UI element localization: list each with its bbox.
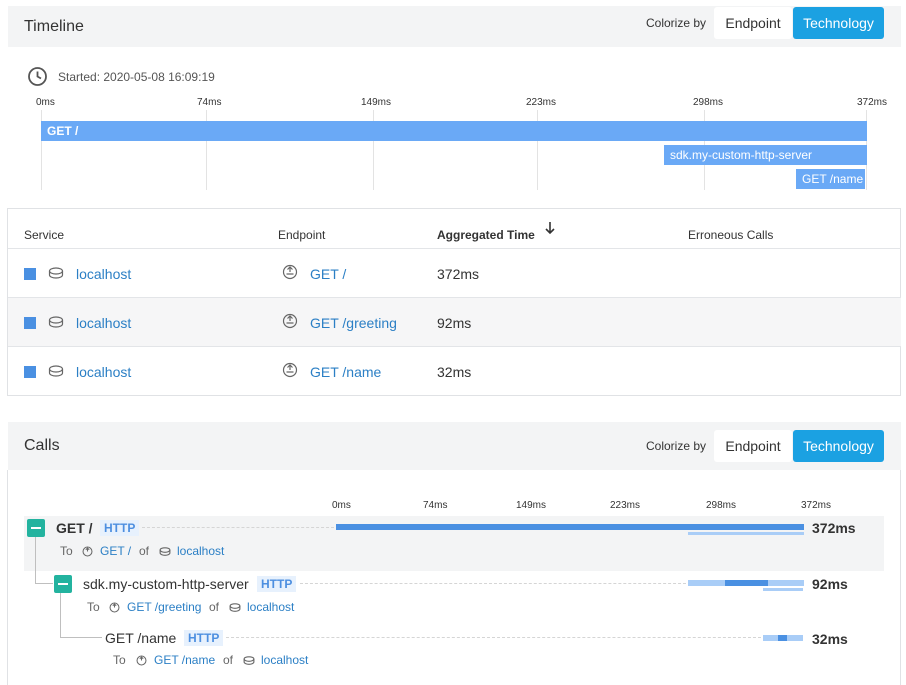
aggregated-time-value: 92ms [437,315,472,331]
call-duration: 372ms [812,520,856,536]
endpoint-icon [82,546,93,557]
call-name: sdk.my-custom-http-server [83,576,249,592]
timeline-tick-label: 223ms [526,97,557,108]
timeline-bar-get-name[interactable]: GET /name [796,169,865,189]
endpoint-link[interactable]: GET /name [310,364,381,380]
of-label: of [209,600,220,614]
timeline-tick-label: 0ms [36,97,55,108]
column-header-service[interactable]: Service [24,228,64,242]
service-link[interactable]: localhost [76,266,131,282]
timeline-colorize-endpoint-button[interactable]: Endpoint [714,7,792,39]
service-icon [48,266,64,280]
call-name: GET /name [105,630,177,646]
endpoint-icon [282,313,298,329]
call-leader-line [142,527,334,528]
timeline-tick-label: 149ms [361,97,392,108]
timeline-title: Timeline [24,18,84,35]
call-duration: 32ms [812,631,848,647]
aggregated-time-value: 372ms [437,266,480,282]
calls-tick-label: 298ms [706,500,737,511]
service-color-swatch [24,317,36,329]
calls-colorize-endpoint-button[interactable]: Endpoint [714,430,792,462]
timeline-header: Timeline Colorize by Endpoint Technology [8,6,901,47]
tree-connector [35,537,36,584]
calls-header: Calls Colorize by Endpoint Technology [8,422,901,470]
column-header-aggregated-time[interactable]: Aggregated Time [437,228,535,242]
timeline-tick-label: 298ms [693,97,724,108]
calls-title: Calls [24,437,60,454]
sort-descending-icon[interactable] [544,221,556,235]
call-leader-line [300,583,686,584]
call-bar[interactable] [336,524,804,530]
collapse-toggle[interactable] [54,575,72,593]
service-icon [48,364,64,378]
call-bar-child [763,588,803,591]
call-name: GET / [56,520,93,536]
call-endpoint-link[interactable]: GET /greeting [127,600,201,614]
calls-tick-label: 0ms [332,500,351,511]
of-label: of [139,544,150,558]
tree-connector [60,593,61,638]
service-icon [48,315,64,329]
calls-tick-label: 223ms [610,500,641,511]
service-link[interactable]: localhost [76,315,131,331]
service-color-swatch [24,268,36,280]
endpoint-link[interactable]: GET / [310,266,346,282]
endpoint-icon [109,602,120,613]
service-icon [229,602,241,613]
call-endpoint-link[interactable]: GET /name [154,653,215,667]
to-label: To [60,544,73,558]
calls-colorize-label: Colorize by [646,439,707,453]
timeline-tick-label: 372ms [857,97,888,108]
table-row[interactable]: localhost GET /greeting 92ms [8,297,901,346]
timeline-bar-sdk-server[interactable]: sdk.my-custom-http-server [664,145,867,165]
call-bar-self [778,635,787,641]
call-leader-line [226,637,761,638]
to-label: To [113,653,126,667]
collapse-toggle[interactable] [27,519,45,537]
to-label: To [87,600,100,614]
endpoint-icon [136,655,147,666]
call-service-link[interactable]: localhost [261,653,308,667]
tree-connector [60,637,102,638]
call-endpoint-link[interactable]: GET / [100,544,131,558]
service-color-swatch [24,366,36,378]
service-icon [159,546,171,557]
timeline-colorize-technology-button[interactable]: Technology [793,7,884,39]
service-link[interactable]: localhost [76,364,131,380]
calls-tick-label: 74ms [423,500,448,511]
clock-icon [27,66,48,87]
timeline-tick-label: 74ms [197,97,222,108]
endpoint-icon [282,362,298,378]
tech-badge: HTTP [257,576,297,592]
aggregated-time-value: 32ms [437,364,472,380]
column-header-erroneous-calls[interactable]: Erroneous Calls [688,228,773,242]
of-label: of [223,653,234,667]
endpoint-icon [282,264,298,280]
call-service-link[interactable]: localhost [177,544,224,558]
tree-connector [35,583,53,584]
timeline-colorize-label: Colorize by [646,16,707,30]
service-icon [243,655,255,666]
column-header-endpoint[interactable]: Endpoint [278,228,325,242]
started-timestamp: Started: 2020-05-08 16:09:19 [58,70,215,84]
call-bar-self [725,580,768,586]
endpoint-link[interactable]: GET /greeting [310,315,397,331]
call-bar-self [688,532,804,535]
table-row[interactable]: localhost GET / 372ms [8,248,901,297]
tech-badge: HTTP [184,630,224,646]
call-duration: 92ms [812,576,848,592]
calls-tick-label: 149ms [516,500,547,511]
timeline-bar-get-root[interactable]: GET / [41,121,867,141]
call-service-link[interactable]: localhost [247,600,294,614]
calls-colorize-technology-button[interactable]: Technology [793,430,884,462]
tech-badge: HTTP [100,520,140,536]
table-row[interactable]: localhost GET /name 32ms [8,346,901,395]
calls-tick-label: 372ms [801,500,832,511]
